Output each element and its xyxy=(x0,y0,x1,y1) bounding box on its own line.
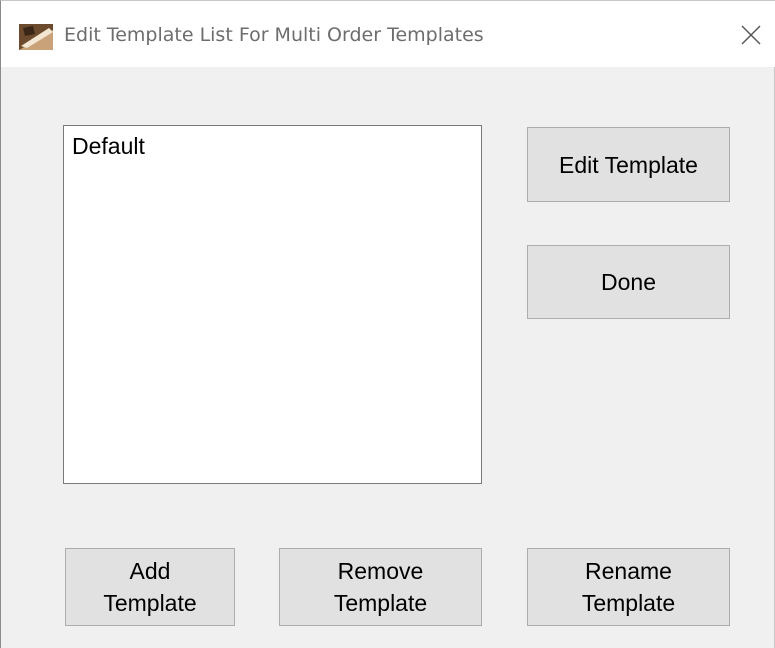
done-button[interactable]: Done xyxy=(527,245,730,319)
window-title: Edit Template List For Multi Order Templ… xyxy=(64,24,484,46)
edit-template-button[interactable]: Edit Template xyxy=(527,127,730,202)
add-template-button[interactable]: Add Template xyxy=(65,548,235,626)
template-listbox[interactable]: Default xyxy=(63,125,482,484)
app-icon xyxy=(19,24,53,50)
close-icon[interactable] xyxy=(727,15,775,55)
dialog-window: Edit Template List For Multi Order Templ… xyxy=(0,0,775,648)
rename-template-button[interactable]: Rename Template xyxy=(527,548,730,626)
remove-template-button[interactable]: Remove Template xyxy=(279,548,482,626)
title-bar[interactable]: Edit Template List For Multi Order Templ… xyxy=(1,1,775,67)
list-item-default[interactable]: Default xyxy=(72,131,145,161)
